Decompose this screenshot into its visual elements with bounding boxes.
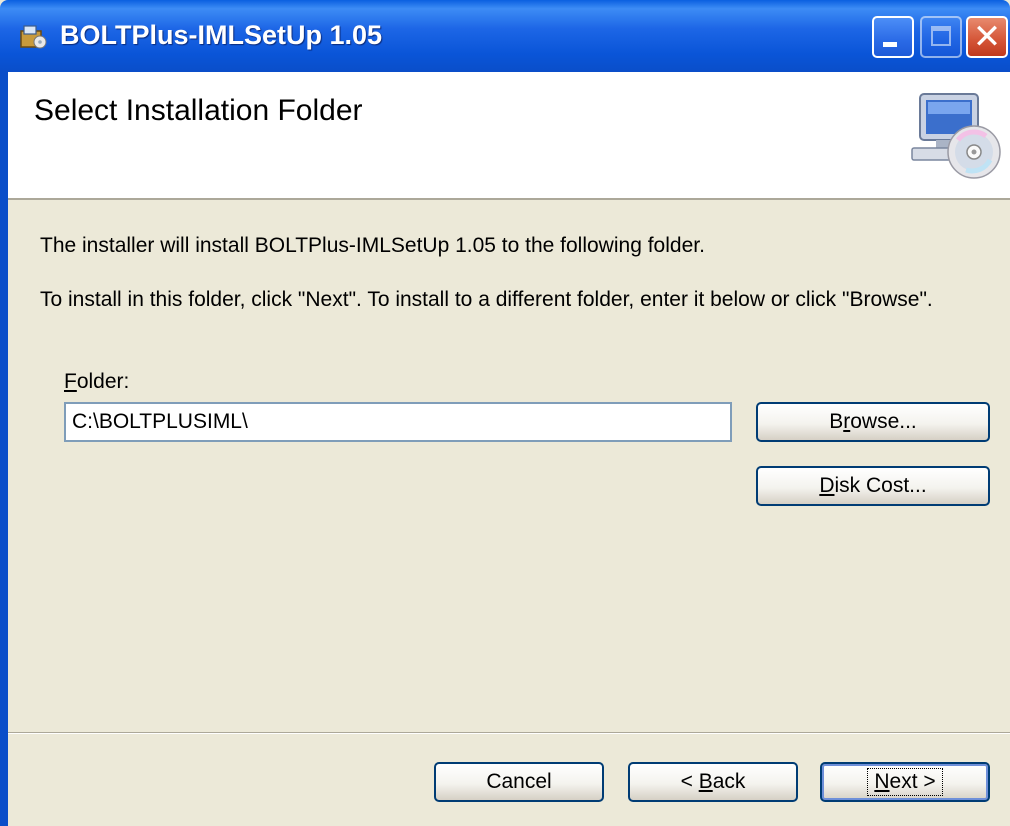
maximize-button — [920, 16, 962, 58]
folder-label: Folder: — [64, 370, 129, 394]
installer-window: BOLTPlus-IMLSetUp 1.05 ✕ Select Installa… — [0, 0, 1010, 826]
folder-label-rest: older: — [76, 370, 130, 393]
disk-cost-label-rest: isk Cost... — [834, 474, 927, 497]
back-label-prefix: < — [680, 770, 699, 793]
window-frame-left — [0, 72, 8, 826]
back-label-rest: ack — [712, 770, 746, 793]
close-button[interactable]: ✕ — [966, 16, 1008, 58]
folder-path-input[interactable] — [64, 402, 732, 442]
header-banner: Select Installation Folder — [8, 72, 1010, 200]
close-icon: ✕ — [972, 18, 1002, 56]
title-bar[interactable]: BOLTPlus-IMLSetUp 1.05 ✕ — [0, 0, 1010, 72]
disk-cost-button[interactable]: Disk Cost... — [756, 466, 990, 506]
back-button[interactable]: < Back — [628, 762, 798, 802]
install-instructions-text: To install in this folder, click "Next".… — [40, 288, 933, 311]
browse-label-a: B — [829, 410, 844, 433]
browse-button[interactable]: Br owse... — [756, 402, 990, 442]
installer-app-icon — [20, 25, 47, 49]
cancel-label: Cancel — [486, 770, 552, 793]
next-button[interactable]: Next > — [820, 762, 990, 802]
next-label-mnemonic: N — [874, 770, 890, 793]
next-label-rest: ext > — [889, 770, 936, 793]
browse-label-mnemonic: r — [843, 410, 851, 433]
install-info-text: The installer will install BOLTPlus-IMLS… — [40, 234, 705, 257]
disk-cost-label-mnemonic: D — [819, 474, 835, 497]
page-title: Select Installation Folder — [34, 94, 363, 127]
next-label: Next > — [867, 768, 943, 796]
browse-label-b: owse... — [850, 410, 917, 433]
minimize-button[interactable] — [872, 16, 914, 58]
computer-cd-icon — [911, 93, 1001, 179]
window-title: BOLTPlus-IMLSetUp 1.05 — [60, 20, 383, 50]
back-label-mnemonic: B — [698, 770, 713, 793]
cancel-button[interactable]: Cancel — [434, 762, 604, 802]
folder-label-mnemonic: F — [64, 370, 77, 393]
footer-divider — [8, 732, 1010, 734]
